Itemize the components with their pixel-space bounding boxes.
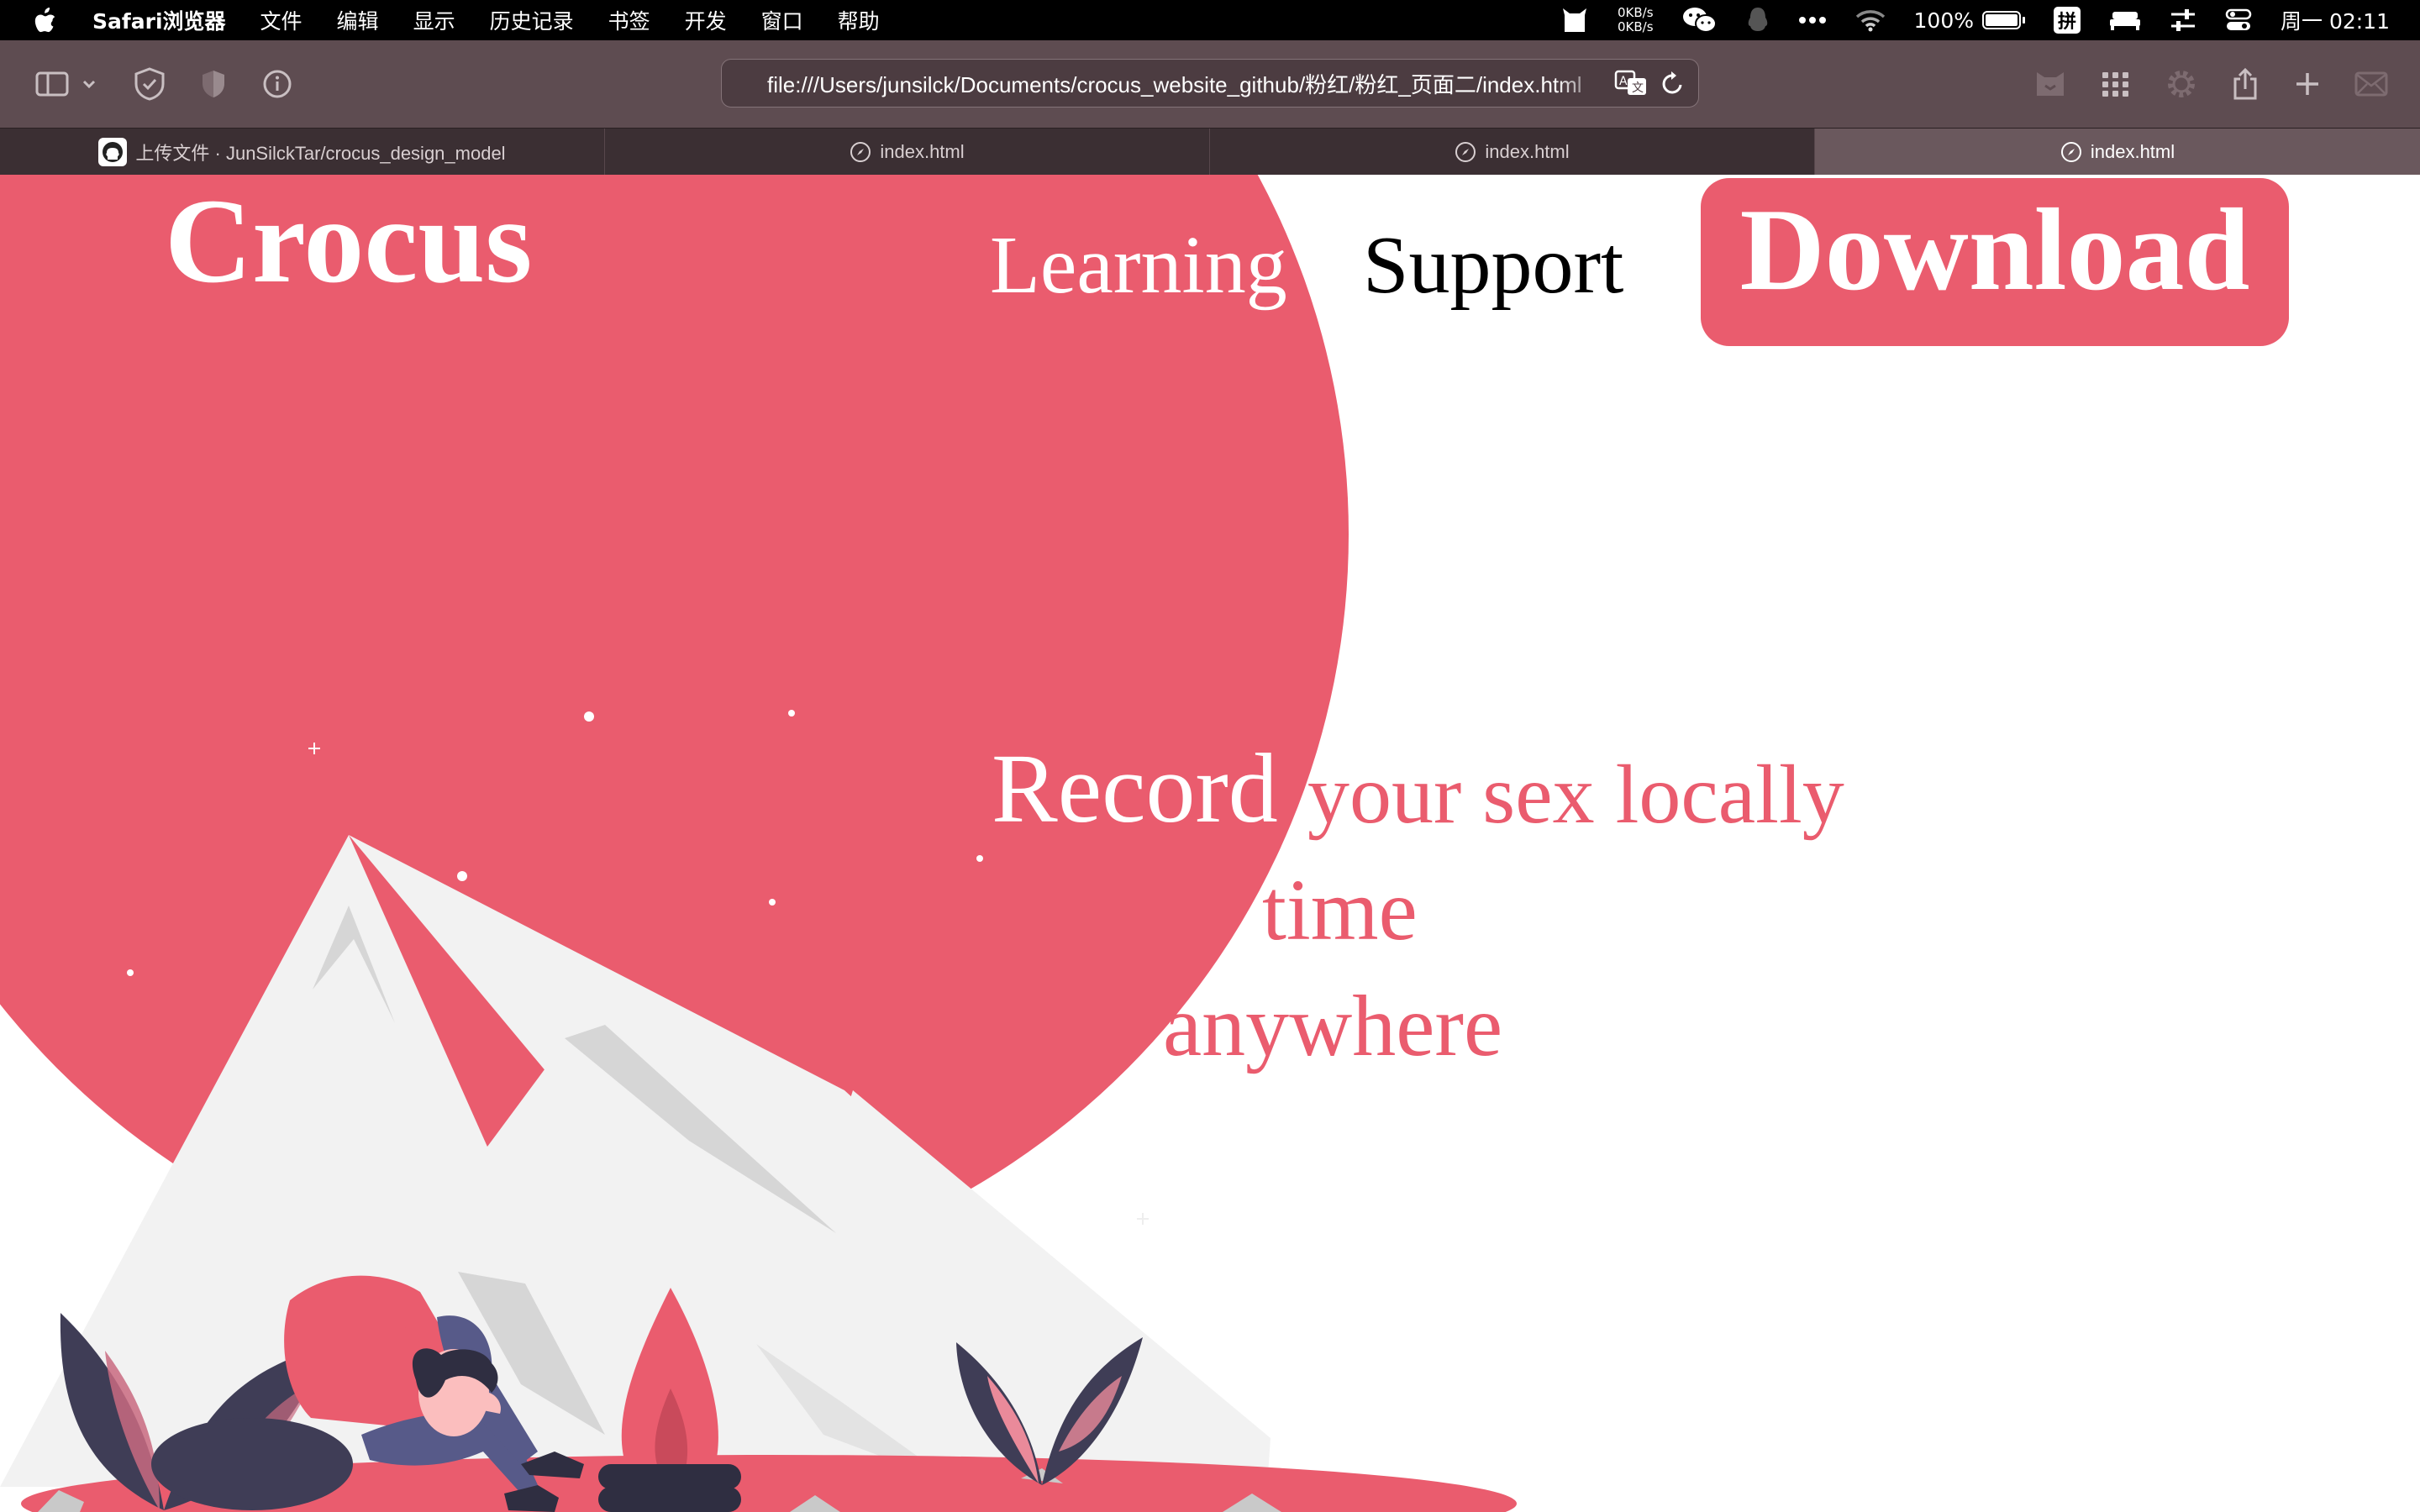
apple-logo-icon[interactable] <box>34 8 57 33</box>
tab-index-1[interactable]: index.html <box>605 129 1210 176</box>
menu-file[interactable]: 文件 <box>260 5 302 35</box>
tab-index-2[interactable]: index.html <box>1210 129 1815 176</box>
menu-window[interactable]: 窗口 <box>761 5 803 35</box>
battery-cap <box>2023 17 2025 24</box>
hero-line-1: your sex locally <box>1307 748 1844 841</box>
tab-index-active[interactable]: index.html <box>1815 129 2420 176</box>
address-bar[interactable]: file:///Users/junsilck/Documents/crocus_… <box>721 59 1699 108</box>
reload-icon[interactable] <box>1660 68 1686 98</box>
compass-icon <box>850 141 871 163</box>
qq-icon[interactable] <box>1746 6 1770 34</box>
battery-percent: 100% <box>1913 8 1974 33</box>
sliders-icon[interactable] <box>2170 7 2196 34</box>
hero-record-word: Record <box>992 733 1278 843</box>
bed-icon[interactable] <box>2109 9 2141 31</box>
chevron-down-icon[interactable] <box>77 64 101 104</box>
tab-overview-icon[interactable] <box>2096 64 2136 104</box>
hero-line-2: time <box>1262 862 1418 958</box>
more-icon[interactable] <box>1798 16 1827 24</box>
url-fade <box>1555 60 1606 107</box>
info-icon[interactable] <box>257 64 297 104</box>
tab-label: index.html <box>880 141 965 162</box>
new-tab-plus-icon[interactable] <box>2287 64 2328 104</box>
battery-fill <box>1986 14 2018 26</box>
privacy-shield-icon[interactable] <box>129 64 170 104</box>
tab-label: index.html <box>1485 141 1570 162</box>
wechat-icon[interactable] <box>1682 6 1718 34</box>
share-icon[interactable] <box>2225 64 2265 104</box>
tab-label: 上传文件 · JunSilckTar/crocus_design_model <box>135 143 506 164</box>
compass-icon <box>2060 141 2082 163</box>
battery-icon <box>1982 11 2021 29</box>
adblock-shield-icon[interactable] <box>193 64 234 104</box>
menu-edit[interactable]: 编辑 <box>337 5 379 35</box>
hero-line-3: anywhere <box>1163 978 1503 1074</box>
tab-bar: 上传文件 · JunSilckTar/crocus_design_model i… <box>0 128 2420 176</box>
tab-label: index.html <box>2090 141 2175 162</box>
download-button[interactable]: Download <box>1701 178 2289 346</box>
control-center-icon[interactable] <box>2225 7 2252 34</box>
menu-develop[interactable]: 开发 <box>685 5 727 35</box>
network-speed[interactable]: 0KB/s 0KB/s <box>1618 6 1654 34</box>
menu-view[interactable]: 显示 <box>413 5 455 35</box>
svg-text:文: 文 <box>1632 81 1644 95</box>
browser-toolbar: file:///Users/junsilck/Documents/crocus_… <box>0 40 2420 128</box>
net-down-speed: 0KB/s <box>1617 19 1654 34</box>
campfire-mountain-illustration <box>0 175 1517 1512</box>
nav-learning-link[interactable]: Learning <box>990 215 1287 316</box>
cat-icon[interactable] <box>1560 7 1589 34</box>
site-brand-logo[interactable]: Crocus <box>165 175 532 309</box>
mail-icon[interactable] <box>2351 64 2391 104</box>
menu-help[interactable]: 帮助 <box>838 5 880 35</box>
compass-icon <box>1455 141 1476 163</box>
tab-github[interactable]: 上传文件 · JunSilckTar/crocus_design_model <box>0 129 605 176</box>
menu-app-name[interactable]: Safari浏览器 <box>92 5 226 35</box>
wifi-icon[interactable] <box>1855 8 1886 32</box>
extension-cat-icon[interactable] <box>2030 64 2070 104</box>
net-up-speed: 0KB/s <box>1617 5 1654 20</box>
menu-bar: Safari浏览器 文件 编辑 显示 历史记录 书签 开发 窗口 帮助 0KB/… <box>0 0 2420 40</box>
input-method-icon[interactable]: 拼 <box>2054 7 2081 34</box>
nav-support-link[interactable]: Support <box>1363 215 1623 316</box>
menu-bookmarks[interactable]: 书签 <box>608 5 650 35</box>
translate-icon[interactable]: A文 <box>1614 68 1648 98</box>
github-icon <box>98 138 128 166</box>
menu-history[interactable]: 历史记录 <box>490 5 574 35</box>
sidebar-toggle-icon[interactable] <box>32 64 72 104</box>
settings-gear-icon[interactable] <box>2161 64 2202 104</box>
menubar-clock[interactable]: 周一 02:11 <box>2281 5 2390 35</box>
battery-indicator[interactable]: 100% <box>1914 8 2025 33</box>
svg-text:A: A <box>1619 75 1628 88</box>
web-page: Crocus Learning Support Download Record … <box>0 175 2420 1512</box>
